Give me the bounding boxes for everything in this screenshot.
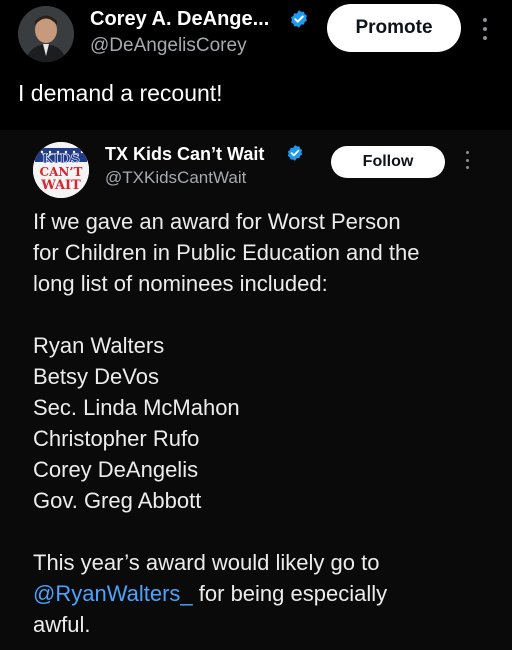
promote-button[interactable]: Promote [327, 4, 461, 52]
post-header: Corey A. DeAnge... @DeAngelisCorey Promo… [0, 0, 512, 70]
intro-line: for Children in Public Education and the [33, 240, 420, 265]
nominee-item: Sec. Linda McMahon [33, 395, 240, 420]
closing-text: for being especially [192, 581, 388, 606]
quoted-post[interactable]: KIDS CAN’T WAIT TX Kids Can’t Wait @TXKi… [0, 130, 512, 650]
more-options-icon[interactable] [481, 18, 489, 40]
nominee-item: Corey DeAngelis [33, 457, 199, 482]
quoted-author-name[interactable]: TX Kids Can’t Wait [105, 144, 264, 165]
author-avatar-image [18, 6, 74, 62]
closing-line: This year’s award would likely go to [33, 550, 380, 575]
follow-button[interactable]: Follow [331, 146, 445, 178]
quoted-author-handle[interactable]: @TXKidsCantWait [105, 168, 246, 188]
author-avatar[interactable] [18, 6, 74, 62]
closing-line: @RyanWalters_ for being especially [33, 578, 493, 609]
nominee-item: Christopher Rufo [33, 426, 200, 451]
intro-line: long list of nominees included: [33, 271, 328, 296]
closing-line: awful. [33, 612, 91, 637]
nominee-item: Gov. Greg Abbott [33, 488, 202, 513]
kids-cant-wait-logo: KIDS CAN’T WAIT [33, 142, 89, 198]
more-options-icon[interactable] [463, 151, 471, 169]
logo-text-3: WAIT [40, 178, 81, 193]
intro-line: If we gave an award for Worst Person [33, 209, 401, 234]
author-handle[interactable]: @DeAngelisCorey [90, 35, 247, 57]
quoted-author-avatar[interactable]: KIDS CAN’T WAIT [33, 142, 89, 198]
logo-text-2: CAN’T [40, 165, 83, 179]
mention-link[interactable]: @RyanWalters_ [33, 581, 193, 606]
verified-badge-icon [287, 145, 303, 161]
quoted-post-text: If we gave an award for Worst Person for… [33, 206, 493, 640]
author-name[interactable]: Corey A. DeAnge... [90, 8, 269, 31]
verified-badge-icon [291, 10, 307, 28]
nominee-item: Ryan Walters [33, 333, 165, 358]
post-text: I demand a recount! [18, 80, 223, 106]
nominee-item: Betsy DeVos [33, 364, 159, 389]
